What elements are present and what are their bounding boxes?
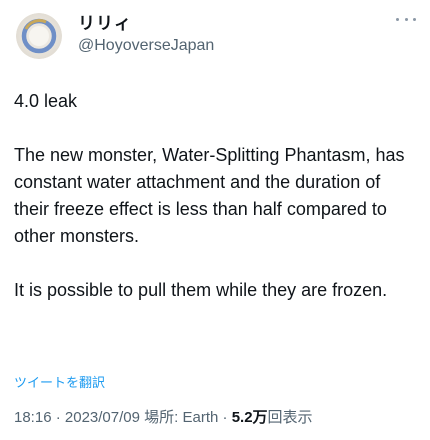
tweet-card: リリィ @HoyoverseJapan 4.0 leak The new mon… (0, 0, 430, 440)
more-dot (396, 17, 399, 21)
meta-separator: · (218, 409, 232, 426)
location-value: Earth (182, 409, 219, 426)
display-name[interactable]: リリィ (78, 13, 214, 35)
tweet-date[interactable]: 2023/07/09 (65, 409, 140, 426)
tweet-meta: 18:16 · 2023/07/09 場所: Earth · 5.2万回表示 (14, 408, 313, 428)
more-dot (404, 17, 408, 21)
tweet-header: リリィ @HoyoverseJapan (14, 10, 416, 60)
tweet-text: 4.0 leak The new monster, Water-Splittin… (14, 88, 420, 304)
tweet-paragraph: The new monster, Water-Splitting Phantas… (14, 145, 405, 246)
avatar[interactable] (16, 13, 62, 59)
author-names: リリィ @HoyoverseJapan (78, 13, 214, 57)
tweet-paragraph: It is possible to pull them while they a… (14, 280, 388, 300)
location-label: 場所: (139, 409, 183, 426)
more-dot (413, 17, 416, 21)
tweet-time[interactable]: 18:16 (14, 409, 52, 426)
views-count[interactable]: 5.2万 (232, 409, 268, 426)
tweet-paragraph: 4.0 leak (14, 91, 78, 111)
more-horizontal-icon[interactable] (396, 12, 416, 26)
avatar-ring-icon (16, 13, 62, 59)
translate-tweet-link[interactable]: ツイートを翻訳 (14, 374, 105, 392)
meta-separator: · (51, 409, 65, 426)
user-handle[interactable]: @HoyoverseJapan (78, 35, 214, 57)
views-label: 回表示 (267, 409, 313, 426)
